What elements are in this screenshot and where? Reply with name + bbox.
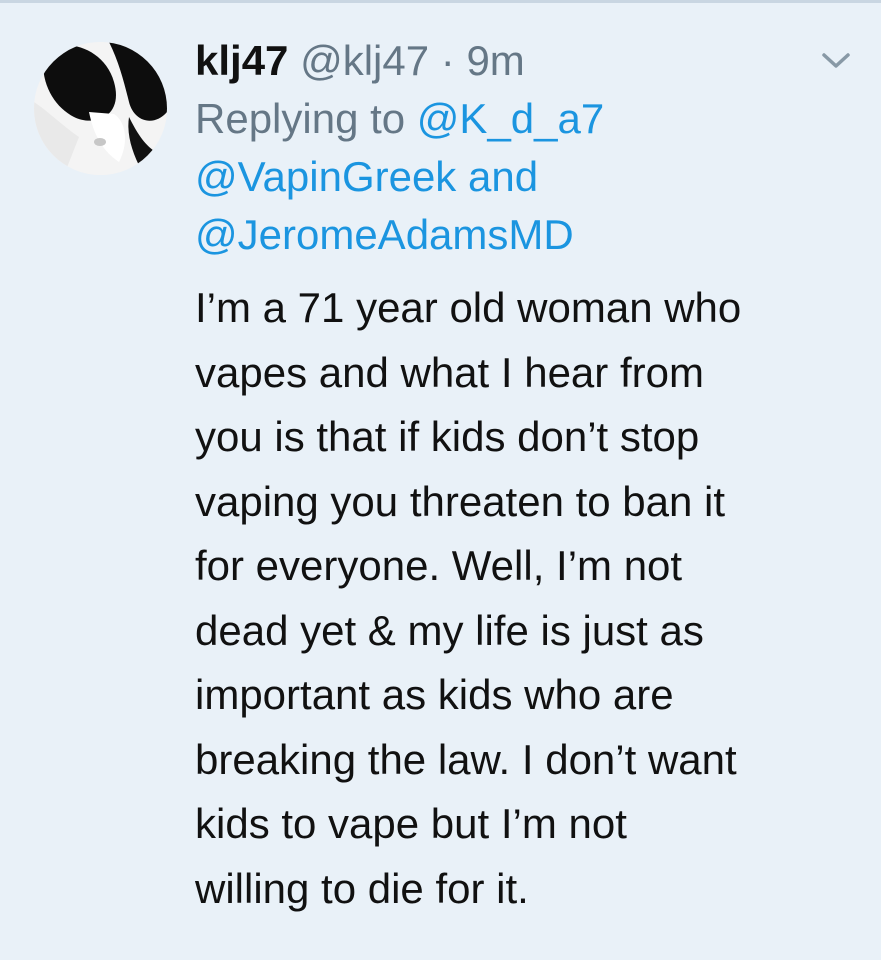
- tweet-text-line: breaking the law. I don’t want: [195, 735, 737, 783]
- replying-to: Replying to @K_d_a7 @VapinGreek and @Jer…: [195, 90, 865, 264]
- timestamp[interactable]: 9m: [466, 37, 524, 84]
- tweet-text-line: I’m a 71 year old woman who: [195, 284, 742, 331]
- avatar[interactable]: [34, 42, 167, 175]
- cat-avatar-icon: [34, 42, 167, 175]
- tweet-text-line: you is that if kids don’t stop: [195, 413, 700, 460]
- handle[interactable]: @klj47: [300, 37, 429, 84]
- and-word[interactable]: and: [468, 153, 538, 200]
- mention-link[interactable]: @K_d_a7: [417, 95, 604, 142]
- tweet-header: klj47 @klj47 · 9m: [195, 32, 865, 90]
- replying-to-label: Replying to: [195, 95, 406, 142]
- tweet-text-line: vaping you threaten to ban it: [195, 477, 726, 525]
- separator: ·: [440, 37, 455, 84]
- top-divider: [0, 0, 881, 3]
- mention-link[interactable]: @JeromeAdamsMD: [195, 211, 574, 258]
- replying-to-line-3: @JeromeAdamsMD: [195, 206, 865, 264]
- tweet-text-line: vapes and what I hear from: [195, 348, 704, 396]
- tweet-text-line: kids to vape but I’m not: [195, 800, 627, 847]
- mention-link[interactable]: @VapinGreek: [195, 153, 456, 200]
- tweet-text-line: for everyone. Well, I’m not: [195, 542, 683, 589]
- tweet-text: I’m a 71 year old woman who vapes and wh…: [195, 276, 865, 921]
- display-name[interactable]: klj47: [195, 37, 288, 84]
- replying-to-line-1: Replying to @K_d_a7: [195, 90, 865, 148]
- tweet-text-line: dead yet & my life is just as: [195, 606, 704, 654]
- replying-to-line-2: @VapinGreek and: [195, 148, 865, 206]
- tweet-text-line: willing to die for it.: [195, 864, 529, 912]
- tweet-text-line: important as kids who are: [195, 671, 674, 718]
- tweet: klj47 @klj47 · 9m Replying to @K_d_a7 @V…: [195, 32, 865, 921]
